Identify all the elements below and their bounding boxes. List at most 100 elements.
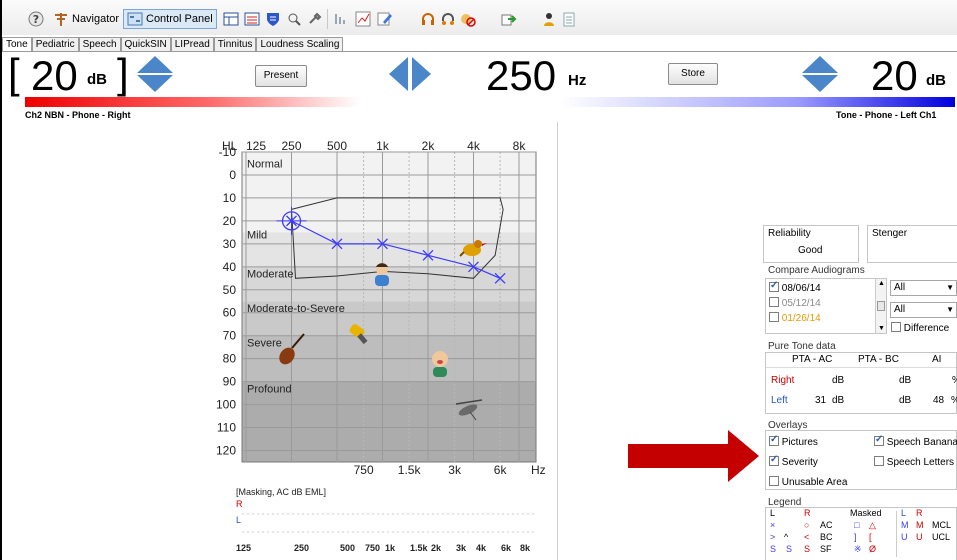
masking-frequency-label: 125 — [236, 543, 251, 553]
left-pta-ac-value: 31 — [815, 395, 827, 406]
y-tick-label: 0 — [229, 168, 236, 182]
top-frequency-label: 500 — [327, 139, 347, 153]
pta-bc-header: PTA - BC — [858, 354, 899, 365]
overlay-pictures-checkbox[interactable] — [769, 434, 779, 446]
overlay-severity-checkbox[interactable] — [769, 454, 779, 466]
y-tick-label: 90 — [223, 375, 237, 389]
difference-checkbox-row[interactable]: Difference — [891, 322, 949, 334]
overlay-speech-letters-checkbox[interactable] — [874, 456, 884, 466]
legend-up-marker: ^ — [784, 532, 789, 542]
legend-ac-left-symbol: × — [770, 520, 776, 530]
top-frequency-label: 250 — [281, 139, 301, 153]
compare-filter-value-1: All — [894, 282, 906, 293]
legend-bc-masked-right: [ — [869, 532, 872, 542]
y-tick-label: 10 — [223, 191, 237, 205]
overlay-severity-row[interactable]: Severity — [769, 454, 818, 468]
baby-icon — [432, 351, 448, 377]
overlay-speech-banana-checkbox[interactable] — [874, 434, 884, 446]
red-arrow-annotation — [628, 430, 759, 482]
right-level-value: 20 — [871, 52, 918, 99]
compare-date-item[interactable]: 08/06/14 — [769, 280, 821, 294]
masking-frequency-label: 1k — [385, 543, 396, 553]
overlay-unusable-area-checkbox[interactable] — [769, 476, 779, 486]
compare-date-checkbox[interactable] — [769, 297, 779, 307]
overlay-pictures-row[interactable]: Pictures — [769, 434, 818, 448]
pure-tone-panel: PTA - AC PTA - BC AI Right dB dB % Left … — [765, 352, 957, 414]
compare-dates-list[interactable]: 08/06/14 05/12/14 01/26/14 ▲ ▼ — [765, 278, 887, 334]
legend-mcl-left: M — [901, 520, 909, 530]
legend-bc-left-symbol: > — [770, 532, 776, 542]
compare-date-text: 05/12/14 — [781, 298, 821, 309]
overlay-unusable-area-row[interactable]: Unusable Area — [769, 476, 847, 488]
masking-frequency-label: 2k — [431, 543, 442, 553]
overlay-speech-banana-label: Speech Banana — [886, 437, 957, 448]
scroll-down-icon[interactable]: ▼ — [878, 325, 885, 332]
legend-col-r2: R — [916, 508, 923, 518]
severity-band-label: Normal — [247, 158, 282, 170]
legend-divider — [896, 511, 897, 557]
y-tick-label: 120 — [216, 444, 236, 458]
bottom-frequency-label: 1.5k — [398, 463, 422, 477]
scroll-thumb[interactable] — [877, 301, 885, 311]
ai-header: AI — [932, 354, 942, 365]
right-level-stepper[interactable] — [800, 55, 840, 93]
bottom-frequency-label: 6k — [494, 463, 508, 477]
right-channel-label: Tone - Phone - Left Ch1 — [836, 110, 937, 120]
compare-filter-select-2[interactable]: All ▼ — [890, 302, 957, 318]
y-tick-label: 50 — [223, 283, 237, 297]
overlay-pictures-label: Pictures — [781, 437, 818, 448]
y-tick-label: 40 — [223, 260, 237, 274]
overlay-severity-label: Severity — [781, 457, 818, 468]
right-level-down-icon[interactable] — [802, 75, 838, 92]
difference-label: Difference — [903, 323, 950, 334]
right-level-up-icon[interactable] — [802, 56, 838, 73]
audiogram-chart[interactable]: HL 125 250 500 1k 2k 4k 8k-10010203040506070809… — [0, 0, 560, 560]
y-tick-label: 80 — [223, 352, 237, 366]
pure-tone-title: Pure Tone data — [768, 341, 836, 352]
severity-band-label: Moderate-to-Severe — [247, 303, 345, 315]
legend-bc-name: BC — [820, 532, 833, 542]
left-ear-label: Left — [771, 395, 788, 406]
scroll-up-icon[interactable]: ▲ — [878, 280, 885, 287]
clipboard-icon[interactable] — [561, 11, 577, 27]
compare-audiograms-title: Compare Audiograms — [768, 265, 865, 276]
chevron-down-icon: ▼ — [946, 283, 954, 292]
legend-col-l2: L — [901, 508, 907, 518]
pure-tone-divider — [766, 367, 956, 368]
compare-date-item[interactable]: 05/12/14 — [769, 297, 821, 309]
left-ai-value: 48 — [933, 395, 945, 406]
compare-filter-select-1[interactable]: All ▼ — [890, 280, 957, 296]
y-tick-label: -10 — [219, 145, 237, 159]
overlays-panel: Pictures Speech Banana Severity Speech L… — [765, 430, 957, 490]
pane-divider[interactable] — [557, 122, 558, 560]
compare-date-text: 08/06/14 — [781, 283, 821, 294]
severity-band — [242, 152, 536, 233]
severity-band — [242, 232, 536, 267]
compare-filter-value-2: All — [894, 304, 906, 315]
overlay-speech-banana-row[interactable]: Speech Banana — [874, 434, 957, 448]
compare-date-item[interactable]: 01/26/14 — [769, 312, 821, 324]
reliability-title: Reliability — [768, 228, 811, 239]
stenger-title: Stenger — [872, 228, 908, 239]
compare-list-scrollbar[interactable]: ▲ ▼ — [875, 279, 886, 333]
audiometry-app: ? Navigator Control Panel Tone Pediatric… — [0, 0, 957, 560]
compare-date-checkbox[interactable] — [769, 280, 779, 292]
y-tick-label: 20 — [223, 214, 237, 228]
chevron-down-icon: ▼ — [946, 305, 954, 314]
masking-frequency-label: 8k — [520, 543, 531, 553]
overlay-speech-letters-row[interactable]: Speech Letters — [874, 456, 954, 468]
legend-col-r: R — [804, 508, 811, 518]
reliability-value[interactable]: Good — [798, 245, 822, 256]
pta-ac-header: PTA - AC — [792, 354, 833, 365]
top-frequency-label: 1k — [376, 139, 390, 153]
compare-date-checkbox[interactable] — [769, 312, 779, 322]
left-pta-ac-unit: dB — [832, 395, 845, 406]
store-button[interactable]: Store — [668, 63, 718, 85]
masking-title: [Masking, AC dB EML] — [236, 487, 326, 497]
difference-checkbox[interactable] — [891, 322, 901, 332]
left-ai-unit: % — [951, 395, 957, 406]
legend-col-l: L — [770, 508, 776, 518]
masking-l-label: L — [236, 515, 241, 525]
legend-col-masked: Masked — [850, 508, 882, 518]
overlay-unusable-area-label: Unusable Area — [781, 477, 848, 488]
